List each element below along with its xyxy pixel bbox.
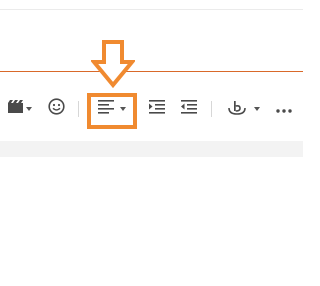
align-button[interactable] <box>91 88 133 130</box>
toolbar-separator <box>78 101 79 117</box>
chevron-down-icon <box>120 107 126 111</box>
format-b-icon <box>228 99 246 120</box>
editor-status-band <box>0 141 303 157</box>
chevron-down-icon <box>254 107 260 111</box>
down-arrow-icon <box>89 40 137 89</box>
outdent-button[interactable] <box>177 88 201 130</box>
chevron-down-icon <box>25 107 32 111</box>
editor-toolbar <box>0 88 303 130</box>
toolbar-separator <box>211 101 212 117</box>
indent-button[interactable] <box>145 88 169 130</box>
outdent-icon <box>181 99 197 119</box>
clapperboard-icon <box>7 99 24 119</box>
media-button[interactable] <box>2 88 36 130</box>
special-format-button[interactable] <box>222 88 266 130</box>
ellipsis-icon <box>276 100 292 118</box>
indent-icon <box>149 99 165 119</box>
top-divider <box>0 9 303 10</box>
smiley-icon <box>47 98 65 120</box>
emoji-button[interactable] <box>44 88 68 130</box>
accent-divider <box>0 71 303 72</box>
align-left-icon <box>98 99 114 119</box>
editor-content-area[interactable] <box>0 157 303 286</box>
more-button[interactable] <box>272 88 296 130</box>
